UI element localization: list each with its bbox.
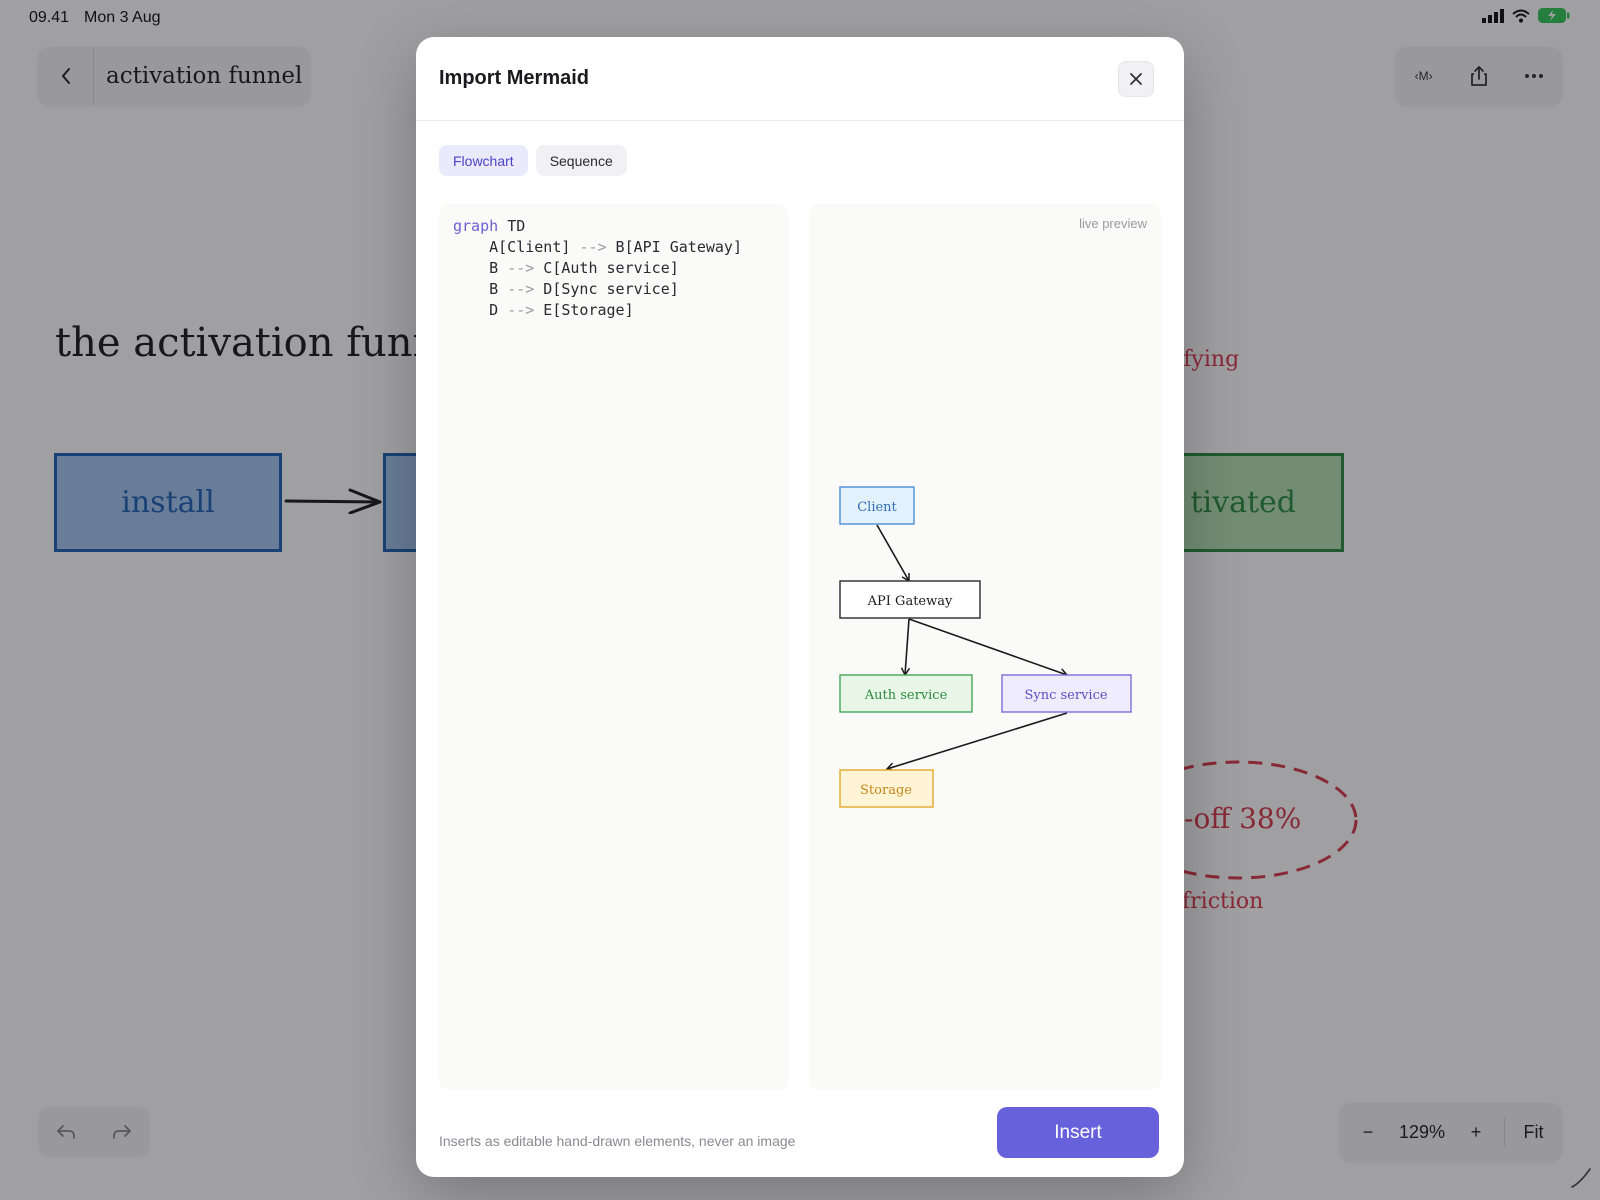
svg-text:Storage: Storage: [860, 783, 912, 798]
edge-gateway-sync: [908, 618, 1069, 678]
code-line: B --> C[Auth service]: [453, 259, 679, 277]
tab-sequence[interactable]: Sequence: [535, 145, 627, 176]
code-keyword: graph: [453, 217, 499, 235]
preview-node-storage: Storage: [839, 769, 934, 808]
close-icon: [1130, 73, 1142, 85]
svg-text:Sync service: Sync service: [1024, 688, 1107, 703]
dialog-title: Import Mermaid: [439, 67, 590, 89]
edge-gateway-auth: [900, 618, 911, 677]
code-line-header: graph TD: [453, 216, 775, 237]
tab-flowchart[interactable]: Flowchart: [439, 145, 528, 176]
edge-sync-storage: [885, 712, 1068, 772]
preview-node-auth-service: Auth service: [839, 674, 973, 713]
import-mermaid-dialog: Import Mermaid Flowchart Sequence graph …: [416, 37, 1184, 1177]
preview-node-api-gateway: API Gateway: [839, 580, 981, 619]
insert-button[interactable]: Insert: [997, 1107, 1159, 1158]
svg-text:API Gateway: API Gateway: [867, 594, 953, 609]
code-line: B --> D[Sync service]: [453, 280, 679, 298]
code-line: D --> E[Storage]: [453, 301, 634, 319]
mermaid-code-editor[interactable]: graph TD A[Client] --> B[API Gateway] B …: [439, 204, 789, 1090]
insert-footnote: Inserts as editable hand-drawn elements,…: [439, 1133, 796, 1149]
code-direction: TD: [507, 217, 526, 235]
preview-node-client: Client: [839, 486, 915, 525]
diagram-type-tabs: Flowchart Sequence: [439, 145, 627, 176]
edge-client-gateway: [876, 524, 910, 583]
close-button[interactable]: [1118, 61, 1154, 97]
code-line: A[Client] --> B[API Gateway]: [453, 238, 742, 256]
live-preview-panel: live preview Client API Gateway Auth ser…: [809, 204, 1161, 1090]
svg-text:Client: Client: [857, 500, 897, 515]
svg-text:Auth service: Auth service: [864, 688, 948, 703]
preview-node-sync-service: Sync service: [1001, 674, 1132, 713]
preview-diagram: Client API Gateway Auth service Sync ser…: [839, 486, 1132, 808]
dialog-header: Import Mermaid: [416, 37, 1184, 121]
